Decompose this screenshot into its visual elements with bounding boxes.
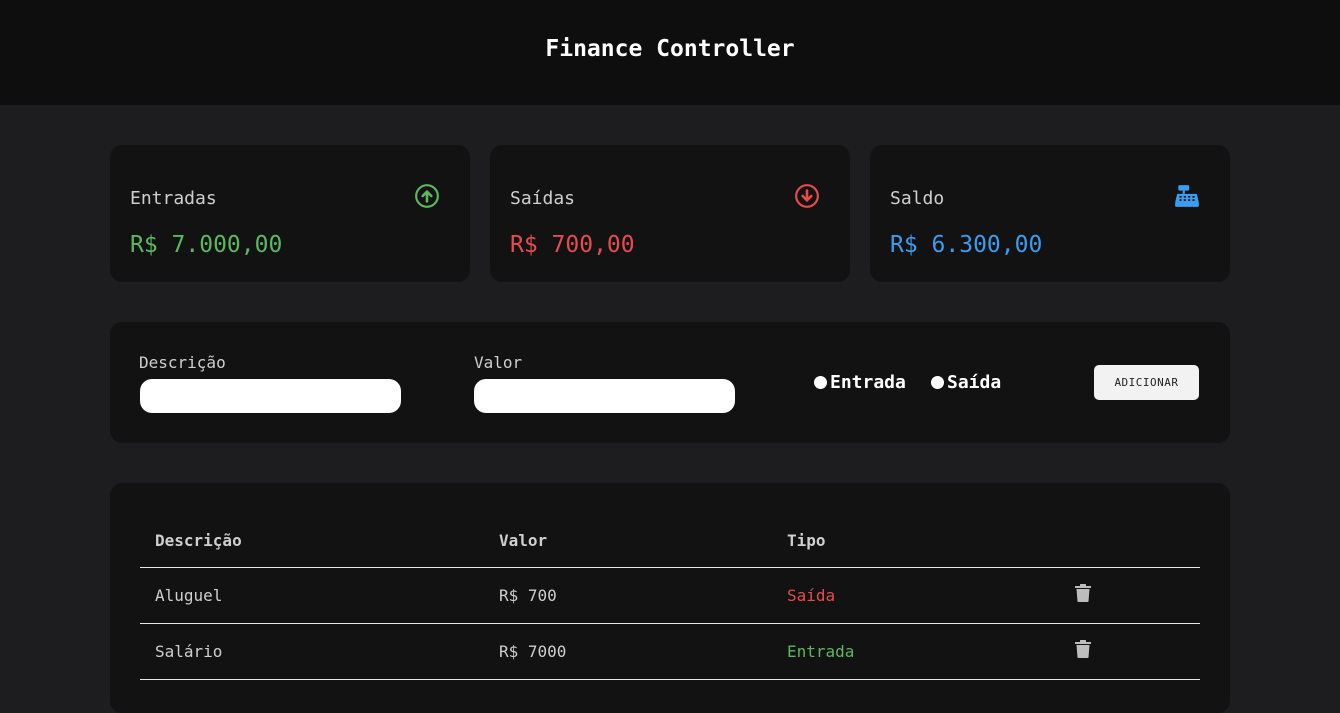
page-title: Finance Controller (545, 35, 795, 62)
cash-register-icon (1175, 185, 1199, 207)
row-divider (140, 679, 1200, 680)
value-field-label: Valor (474, 353, 523, 372)
row-value: R$ 700 (499, 586, 557, 605)
expense-card: Saídas R$ 700,00 (490, 145, 850, 282)
column-header-type: Tipo (787, 531, 826, 550)
radio-expense-label: Saída (947, 372, 1002, 393)
balance-amount: R$ 6.300,00 (890, 232, 1043, 258)
trash-icon[interactable] (1075, 584, 1091, 602)
income-card: Entradas R$ 7.000,00 (110, 145, 470, 282)
income-label: Entradas (130, 188, 217, 209)
row-divider (140, 623, 1200, 624)
transactions-table: Descrição Valor Tipo Aluguel R$ 700 Saíd… (110, 483, 1230, 713)
row-description: Salário (155, 642, 223, 661)
income-amount: R$ 7.000,00 (130, 232, 283, 258)
balance-label: Saldo (890, 188, 945, 209)
radio-income-label: Entrada (830, 372, 906, 393)
description-field-label: Descrição (139, 353, 226, 372)
add-button[interactable]: ADICIONAR (1094, 365, 1199, 400)
value-input[interactable] (474, 379, 735, 413)
balance-card: Saldo R$ 6.300,00 (870, 145, 1230, 282)
add-transaction-form: Descrição Valor Entrada Saída ADICIONAR (110, 322, 1230, 443)
app-header: Finance Controller (0, 0, 1340, 105)
radio-income-button[interactable] (814, 376, 827, 389)
arrow-down-circle-icon (795, 184, 819, 208)
radio-expense-button[interactable] (931, 376, 944, 389)
radio-expense[interactable]: Saída (931, 372, 1001, 393)
row-type: Entrada (787, 642, 855, 661)
description-input[interactable] (140, 379, 401, 413)
trash-icon[interactable] (1075, 640, 1091, 658)
expense-amount: R$ 700,00 (510, 232, 635, 258)
row-type: Saída (787, 586, 836, 605)
arrow-up-circle-icon (415, 184, 439, 208)
row-description: Aluguel (155, 586, 223, 605)
expense-label: Saídas (510, 188, 576, 209)
radio-income[interactable]: Entrada (814, 372, 906, 393)
column-header-description: Descrição (155, 531, 242, 550)
column-header-value: Valor (499, 531, 548, 550)
row-divider (140, 567, 1200, 568)
row-value: R$ 7000 (499, 642, 567, 661)
